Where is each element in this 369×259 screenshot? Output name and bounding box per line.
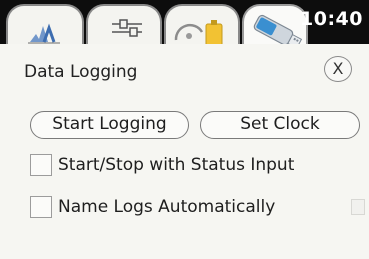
status-clock: 10:40 xyxy=(300,8,363,30)
tab-bar: 10:40 xyxy=(0,0,369,52)
status-input-option[interactable]: Start/Stop with Status Input xyxy=(30,154,350,180)
close-button[interactable]: X xyxy=(324,56,352,82)
status-input-label: Start/Stop with Status Input xyxy=(58,155,295,175)
auto-name-option[interactable]: Name Logs Automatically xyxy=(30,196,330,222)
status-input-checkbox[interactable] xyxy=(30,154,52,176)
data-logging-panel: Data Logging X Start Logging Set Clock S… xyxy=(0,44,369,259)
auto-name-checkbox[interactable] xyxy=(30,196,52,218)
auto-name-label: Name Logs Automatically xyxy=(58,197,276,217)
page-title: Data Logging xyxy=(24,62,138,82)
scrollbar[interactable] xyxy=(351,199,365,215)
start-logging-button[interactable]: Start Logging xyxy=(30,111,189,139)
set-clock-button[interactable]: Set Clock xyxy=(200,111,360,139)
